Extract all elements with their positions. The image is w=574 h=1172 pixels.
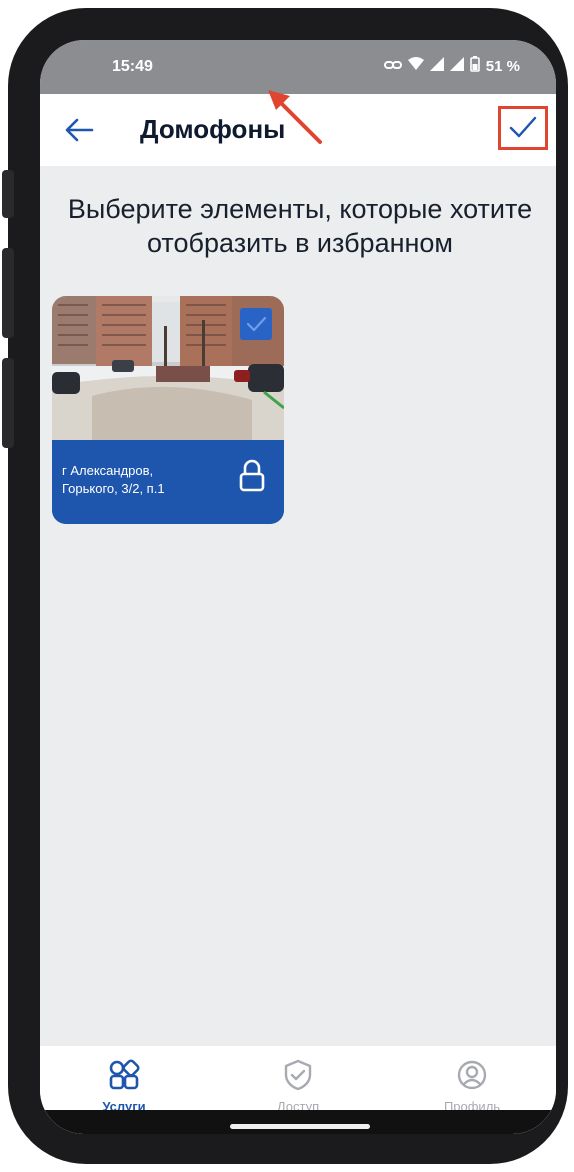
confirm-button[interactable]: [498, 106, 548, 150]
address-line-1: г Александров,: [62, 463, 154, 478]
checkmark-icon: [509, 116, 537, 138]
status-time: 15:49: [112, 58, 153, 75]
wifi-icon: [407, 57, 424, 75]
home-indicator[interactable]: [230, 1124, 370, 1129]
screen: 15:49 51 % Домофоны Выберите элементы, к…: [40, 40, 556, 1134]
link-icon: [383, 58, 402, 75]
volume-up-button: [2, 248, 14, 338]
annotation-arrow-icon: [268, 90, 322, 144]
back-button[interactable]: [60, 112, 98, 148]
nav-item-services[interactable]: Услуги: [64, 1058, 184, 1114]
shield-check-icon: [284, 1059, 312, 1091]
intercom-card[interactable]: г Александров, Горького, 3/2, п.1: [52, 296, 284, 524]
system-nav-bar: [40, 1110, 556, 1134]
nav-item-profile[interactable]: Профиль: [412, 1058, 532, 1114]
lock-icon[interactable]: [238, 458, 266, 494]
volume-down-button: [2, 358, 14, 448]
nav-item-access[interactable]: Доступ: [238, 1058, 358, 1114]
status-icons: 51 %: [383, 56, 520, 76]
selection-prompt: Выберите элементы, которые хотите отобра…: [67, 194, 533, 258]
checkmark-icon: [246, 316, 267, 332]
signal-icon-2: [449, 57, 464, 75]
services-grid-icon: [109, 1059, 140, 1090]
battery-icon: [469, 56, 480, 76]
selection-checkbox[interactable]: [240, 308, 272, 340]
profile-icon: [457, 1060, 487, 1090]
card-footer: г Александров, Горького, 3/2, п.1: [52, 440, 284, 524]
battery-level: 51 %: [485, 57, 520, 75]
signal-icon: [429, 57, 444, 75]
card-address: г Александров, Горького, 3/2, п.1: [62, 462, 165, 498]
arrow-left-icon: [65, 118, 94, 142]
address-line-2: Горького, 3/2, п.1: [62, 481, 165, 496]
side-button: [2, 170, 14, 218]
